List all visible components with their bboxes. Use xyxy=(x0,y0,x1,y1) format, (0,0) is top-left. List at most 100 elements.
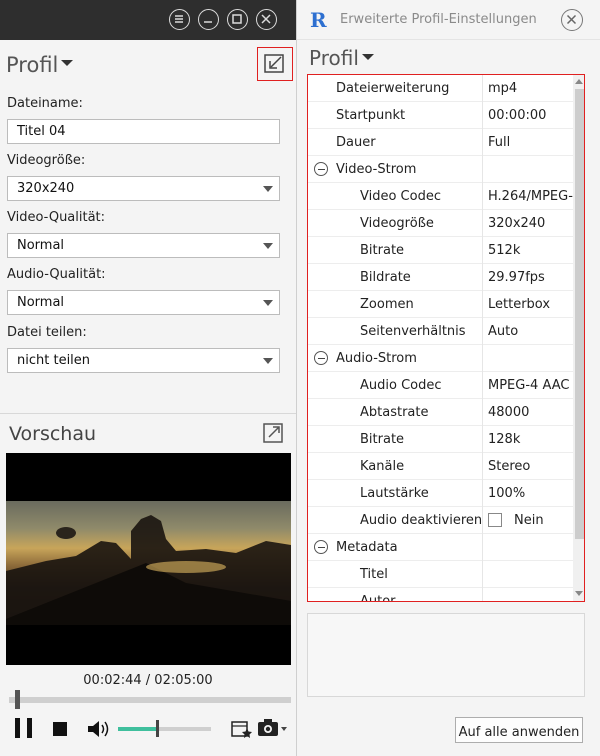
divider xyxy=(0,413,296,414)
pause-icon[interactable] xyxy=(13,717,35,739)
chevron-down-icon[interactable] xyxy=(263,358,273,364)
video-preview[interactable] xyxy=(6,453,291,665)
collapse-icon xyxy=(264,54,284,73)
property-value: 00:00:00 xyxy=(488,108,547,123)
chevron-down-icon xyxy=(61,60,74,66)
property-key: Bildrate xyxy=(360,270,411,285)
property-key: Startpunkt xyxy=(336,108,406,123)
column-divider xyxy=(482,426,483,453)
property-row[interactable]: Titel xyxy=(308,561,573,588)
property-row[interactable]: Video Codec H.264/MPEG-4 xyxy=(308,183,573,210)
field-select[interactable]: nicht teilen xyxy=(7,348,280,373)
advanced-settings-panel: R Erweiterte Profil-Einstellungen Profil… xyxy=(296,0,600,756)
seek-handle[interactable] xyxy=(15,690,20,709)
property-group[interactable]: Video-Strom xyxy=(308,156,573,183)
column-divider xyxy=(482,561,483,588)
column-divider xyxy=(482,507,483,534)
property-row[interactable]: Lautstärke 100% xyxy=(308,480,573,507)
volume-fill xyxy=(118,727,157,731)
property-row[interactable]: Videogröße 320x240 xyxy=(308,210,573,237)
property-key: Dateierweiterung xyxy=(336,81,450,96)
close-icon[interactable] xyxy=(256,9,277,30)
collapse-minus-icon[interactable] xyxy=(314,540,328,554)
chevron-down-icon[interactable] xyxy=(263,243,273,249)
property-row[interactable]: Kanäle Stereo xyxy=(308,453,573,480)
field-label: Videogröße: xyxy=(7,153,86,168)
property-row[interactable]: Zoomen Letterbox xyxy=(308,291,573,318)
scrollbar[interactable] xyxy=(573,75,584,601)
property-list: Dateierweiterung mp4 Startpunkt 00:00:00 Dau… xyxy=(308,75,573,601)
column-divider xyxy=(482,291,483,318)
window-title: Erweiterte Profil-Einstellungen xyxy=(340,12,537,27)
scrollbar-thumb[interactable] xyxy=(575,89,584,539)
property-value: Nein xyxy=(514,513,544,528)
property-value: 512k xyxy=(488,243,521,258)
expand-icon[interactable] xyxy=(263,423,283,443)
column-divider xyxy=(482,534,483,561)
property-value: MPEG-4 AAC xyxy=(488,378,570,393)
video-frame xyxy=(6,501,291,625)
filename-input[interactable]: Titel 04 xyxy=(7,119,280,144)
field-value: Titel 04 xyxy=(17,124,66,139)
property-row[interactable]: Startpunkt 00:00:00 xyxy=(308,102,573,129)
field-select[interactable]: Normal xyxy=(7,290,280,315)
property-grid: Dateierweiterung mp4 Startpunkt 00:00:00 Dau… xyxy=(307,74,585,602)
christ-statue-silhouette xyxy=(6,515,291,625)
field-label: Video-Qualität: xyxy=(7,210,106,225)
snapshot-camera-icon[interactable] xyxy=(257,718,289,738)
property-row[interactable]: Audio deaktivieren Nein xyxy=(308,507,573,534)
field-select[interactable]: 320x240 xyxy=(7,176,280,201)
column-divider xyxy=(482,102,483,129)
property-key: Abtastrate xyxy=(360,405,429,420)
chevron-down-icon[interactable] xyxy=(263,186,273,192)
profil-header[interactable]: Profil xyxy=(0,50,296,84)
profil-label: Profil xyxy=(309,46,359,70)
scroll-up-icon[interactable] xyxy=(575,79,583,84)
stop-icon[interactable] xyxy=(53,722,67,736)
maximize-icon[interactable] xyxy=(227,9,248,30)
property-row[interactable]: Seitenverhältnis Auto xyxy=(308,318,573,345)
close-icon[interactable] xyxy=(561,9,583,31)
property-value: 100% xyxy=(488,486,526,501)
chevron-down-icon[interactable] xyxy=(263,300,273,306)
property-value: Auto xyxy=(488,324,519,339)
minimize-icon[interactable] xyxy=(198,9,219,30)
group-label: Audio-Strom xyxy=(336,351,417,366)
profile-panel: Profil Dateiname: Titel 04 Videogröße: 320x… xyxy=(0,0,296,756)
app-root: Profil Dateiname: Titel 04 Videogröße: 320x… xyxy=(0,0,600,756)
property-value: Full xyxy=(488,135,511,150)
property-row[interactable]: Bitrate 128k xyxy=(308,426,573,453)
apply-to-all-button[interactable]: Auf alle anwenden xyxy=(455,717,583,743)
property-key: Bitrate xyxy=(360,432,405,447)
clip-star-icon[interactable] xyxy=(231,719,253,739)
property-row[interactable]: Autor xyxy=(308,588,573,601)
property-row[interactable]: Dateierweiterung mp4 xyxy=(308,75,573,102)
column-divider xyxy=(482,318,483,345)
property-row[interactable]: Audio Codec MPEG-4 AAC xyxy=(308,372,573,399)
column-divider xyxy=(482,480,483,507)
profil-header[interactable]: Profil xyxy=(309,46,374,70)
collapse-minus-icon[interactable] xyxy=(314,351,328,365)
field-select[interactable]: Normal xyxy=(7,233,280,258)
property-group[interactable]: Audio-Strom xyxy=(308,345,573,372)
collapse-advanced-button[interactable] xyxy=(257,47,293,81)
property-row[interactable]: Bitrate 512k xyxy=(308,237,573,264)
property-row[interactable]: Dauer Full xyxy=(308,129,573,156)
volume-handle[interactable] xyxy=(156,720,159,737)
property-row[interactable]: Bildrate 29.97fps xyxy=(308,264,573,291)
property-row[interactable]: Abtastrate 48000 xyxy=(308,399,573,426)
property-value: Stereo xyxy=(488,459,531,474)
time-display: 00:02:44 / 02:05:00 xyxy=(83,673,213,688)
scroll-down-icon[interactable] xyxy=(575,591,583,596)
column-divider xyxy=(482,399,483,426)
column-divider xyxy=(482,129,483,156)
audio-disable-checkbox[interactable] xyxy=(488,513,502,527)
collapse-minus-icon[interactable] xyxy=(314,162,328,176)
field-value: Normal xyxy=(17,295,65,310)
column-divider xyxy=(482,372,483,399)
menu-icon[interactable] xyxy=(169,9,190,30)
column-divider xyxy=(482,237,483,264)
property-group[interactable]: Metadata xyxy=(308,534,573,561)
seek-bar[interactable] xyxy=(9,697,291,703)
volume-icon[interactable] xyxy=(88,720,110,738)
